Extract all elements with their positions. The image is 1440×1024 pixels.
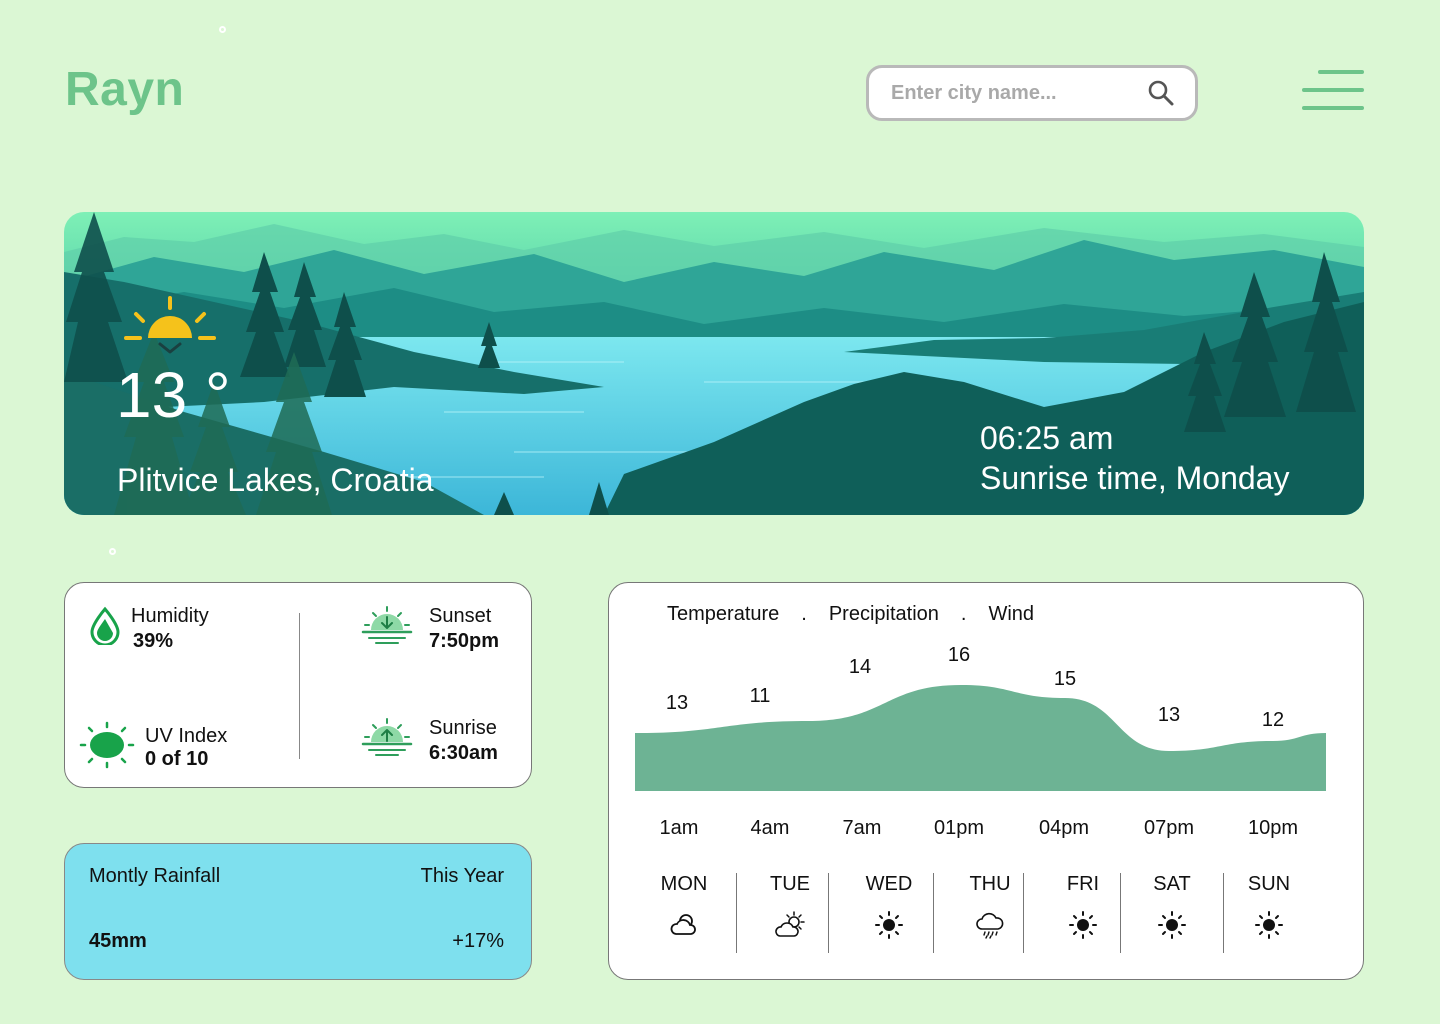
day-divider <box>736 873 737 953</box>
temperature-value-label: 16 <box>948 644 970 666</box>
day-label: WED <box>865 873 913 895</box>
rainfall-change: +17% <box>452 930 504 952</box>
time-tick-label: 04pm <box>1039 817 1089 839</box>
weather-stats-card: Humidity 39% Sunset 7:50pm UV Index 0 of… <box>64 582 532 788</box>
day-label: THU <box>969 873 1011 895</box>
weekly-forecast: MON TUE WED THU FRI SAT SUN <box>609 873 1365 953</box>
time-tick-label: 1am <box>660 817 699 839</box>
sunrise-time: 06:25 am <box>980 420 1114 456</box>
sunrise-icon <box>361 718 413 756</box>
sunset-stat: Sunset 7:50pm <box>359 605 499 653</box>
day-divider <box>1120 873 1121 953</box>
humidity-value: 39% <box>133 630 174 652</box>
temperature-value-label: 13 <box>666 692 688 714</box>
day-divider <box>933 873 934 953</box>
uv-index-label: UV Index <box>145 725 228 747</box>
sunset-label: Sunset <box>429 605 492 627</box>
day-sat[interactable]: SAT <box>1127 873 1217 940</box>
partly-cloudy-icon <box>670 914 696 935</box>
day-mon[interactable]: MON <box>639 873 729 940</box>
temperature-area-chart: 13 11 14 16 15 13 12 1am 4am 7am 01pm 04pm 07pm 10pm <box>635 644 1326 839</box>
decor-dot <box>219 26 226 33</box>
sun-icon <box>1158 911 1186 939</box>
day-thu[interactable]: THU <box>945 873 1035 940</box>
search-icon[interactable] <box>1147 79 1175 107</box>
time-tick-label: 07pm <box>1144 817 1194 839</box>
rain-cloud-icon <box>976 912 1004 939</box>
sunset-icon <box>361 606 413 644</box>
time-tick-label: 01pm <box>934 817 984 839</box>
current-temperature: 13 ° <box>116 359 231 431</box>
humidity-label: Humidity <box>131 605 209 627</box>
day-label: SAT <box>1153 873 1191 895</box>
rainfall-period[interactable]: This Year <box>421 865 504 888</box>
uv-index-stat: UV Index 0 of 10 <box>79 721 227 771</box>
water-drop-icon <box>90 606 120 645</box>
day-label: TUE <box>770 873 810 895</box>
sun-icon <box>1069 911 1097 939</box>
humidity-stat: Humidity 39% <box>87 605 209 653</box>
sun-behind-cloud-icon <box>775 911 805 937</box>
location-name: Plitvice Lakes, Croatia <box>117 462 434 498</box>
forecast-card: Temperature . Precipitation . Wind 13 11 1… <box>608 582 1364 980</box>
sunset-value: 7:50pm <box>429 630 500 652</box>
day-divider <box>1023 873 1024 953</box>
day-divider <box>1223 873 1224 953</box>
day-fri[interactable]: FRI <box>1038 873 1128 940</box>
temperature-area <box>635 685 1326 791</box>
rainfall-amount: 45mm <box>89 930 147 952</box>
sun-icon <box>1255 911 1283 939</box>
sun-icon <box>875 911 903 939</box>
day-label: SUN <box>1247 873 1291 895</box>
stats-divider <box>299 613 300 759</box>
temperature-value-label: 12 <box>1262 709 1284 731</box>
day-label: MON <box>660 873 708 895</box>
decor-dot <box>109 548 116 555</box>
sunrise-time-label: Sunrise time, Monday <box>980 460 1290 496</box>
hamburger-menu-icon[interactable] <box>1302 70 1364 110</box>
monthly-rainfall-card: Montly Rainfall This Year 45mm +17% <box>64 843 532 980</box>
time-tick-label: 7am <box>843 817 882 839</box>
day-divider <box>828 873 829 953</box>
sun-icon <box>79 721 135 769</box>
temperature-value-label: 11 <box>750 685 771 707</box>
time-tick-label: 10pm <box>1248 817 1298 839</box>
temperature-value-label: 15 <box>1054 668 1076 690</box>
sunrise-stat: Sunrise 6:30am <box>359 717 498 765</box>
day-wed[interactable]: WED <box>844 873 934 940</box>
app-logo: Rayn <box>65 63 185 116</box>
time-tick-label: 4am <box>751 817 790 839</box>
day-sun[interactable]: SUN <box>1224 873 1314 940</box>
sunrise-label: Sunrise <box>429 717 497 739</box>
search-bar[interactable] <box>866 65 1198 121</box>
rainfall-title: Montly Rainfall <box>89 865 221 887</box>
search-input[interactable] <box>889 80 1123 106</box>
day-label: FRI <box>1066 873 1100 895</box>
uv-index-value: 0 of 10 <box>145 748 209 770</box>
day-tue[interactable]: TUE <box>745 873 835 940</box>
sunrise-value: 6:30am <box>429 742 498 764</box>
temperature-value-label: 14 <box>849 656 871 678</box>
temperature-value-label: 13 <box>1158 704 1180 726</box>
sunrise-icon <box>124 296 216 354</box>
hero-banner: 13 ° Plitvice Lakes, Croatia 06:25 am Su… <box>64 212 1364 515</box>
